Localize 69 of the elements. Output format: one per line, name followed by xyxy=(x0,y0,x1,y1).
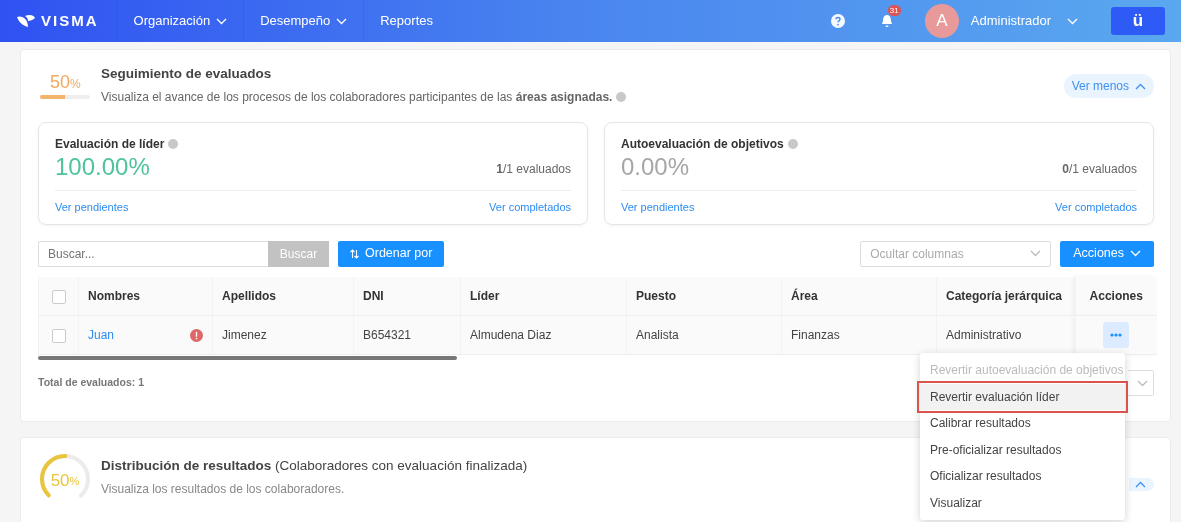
sort-icon xyxy=(350,248,359,259)
logo-text: VISMA xyxy=(41,10,99,31)
table-cell: Analista xyxy=(626,315,782,355)
help-icon xyxy=(616,92,627,103)
search-field[interactable]: Buscar... xyxy=(38,240,268,267)
scrollbar[interactable] xyxy=(38,356,457,361)
section-title: Distribución de resultados (Colaboradores con evaluación finalizada) xyxy=(101,457,528,475)
checkbox[interactable] xyxy=(51,328,66,343)
chevron-up-icon xyxy=(1135,481,1146,488)
column-header: Acciones xyxy=(1075,276,1157,316)
menu-item[interactable]: Visualizar xyxy=(920,489,1125,516)
more-icon xyxy=(1110,333,1123,338)
table-cell: Jimenez xyxy=(212,315,354,355)
more-button[interactable] xyxy=(1103,322,1130,349)
help-icon xyxy=(168,139,179,150)
pending-link[interactable]: Ver pendientes xyxy=(55,199,129,216)
table-cell: Almudena Diaz xyxy=(460,315,627,355)
stat-count: 0/1 evaluados xyxy=(1062,161,1137,179)
progress-percent: 50% xyxy=(49,73,82,91)
completed-link[interactable]: Ver completados xyxy=(489,199,571,216)
checkbox[interactable] xyxy=(51,289,66,304)
stat-value: 100.00% xyxy=(55,153,150,183)
nav-menu-item[interactable]: Reportes xyxy=(363,0,449,42)
column-header: DNI xyxy=(353,276,461,316)
menu-item[interactable]: Revertir evaluación líder xyxy=(920,383,1125,410)
stat-title: Evaluación de líder xyxy=(55,136,165,154)
user-avatar[interactable]: A xyxy=(924,4,959,38)
section-description: Visualiza el avance de los procesos de los colaboradores participantes de las áreas asignadas. xyxy=(101,89,613,107)
chevron-down-icon xyxy=(1067,17,1078,25)
chevron-down-icon xyxy=(1130,250,1141,258)
column-header: Categoría jerárquica xyxy=(936,276,1076,316)
columns-select[interactable]: Ocultar columnas xyxy=(860,240,1052,267)
column-header: Área xyxy=(781,276,937,316)
section-description: Visualiza los resultados de los colaboradores. xyxy=(101,481,345,499)
actions-button[interactable]: Acciones xyxy=(1060,240,1154,267)
menu-item[interactable]: Oficializar resultados xyxy=(920,463,1125,490)
user-menu[interactable]: Administrador xyxy=(958,0,1088,42)
section-title: Seguimiento de evaluados xyxy=(101,65,273,83)
app-button[interactable]: ü xyxy=(1111,7,1165,35)
column-header: Líder xyxy=(460,276,627,316)
chevron-up-icon xyxy=(1135,82,1146,90)
table-cell: Administrativo xyxy=(936,315,1076,355)
menu-item[interactable]: Pre-oficializar resultados xyxy=(920,436,1125,463)
pending-link[interactable]: Ver pendientes xyxy=(621,199,695,216)
menu-item[interactable]: Calibrar resultados xyxy=(920,410,1125,437)
bell-icon[interactable] xyxy=(880,14,893,29)
notification-count: 31 xyxy=(887,4,901,16)
nav-menu-item[interactable]: Desempeño xyxy=(243,0,364,42)
name-link[interactable]: Juan xyxy=(88,326,115,345)
sort-button[interactable]: Ordenar por xyxy=(338,240,445,267)
toggle-button[interactable]: Ver menos xyxy=(1063,74,1154,98)
table-cell: B654321 xyxy=(353,315,461,355)
help-icon xyxy=(787,139,798,150)
stat-title: Autoevaluación de objetivos xyxy=(621,136,784,154)
logo-icon xyxy=(16,14,36,28)
column-header: Puesto xyxy=(626,276,782,316)
help-icon[interactable] xyxy=(830,14,845,28)
chevron-down-icon xyxy=(1030,250,1042,258)
column-header: Apellidos xyxy=(212,276,354,316)
stat-value: 0.00% xyxy=(621,153,690,183)
table-cell: Finanzas xyxy=(781,315,937,355)
total-count: Total de evaluados: 1 xyxy=(38,375,144,391)
progress-bar xyxy=(40,95,90,99)
column-header: Nombres xyxy=(78,276,213,316)
toggle-button[interactable] xyxy=(1129,478,1154,491)
chevron-down-icon xyxy=(1137,379,1148,387)
stat-count: 1/1 evaluados xyxy=(496,161,571,179)
completed-link[interactable]: Ver completados xyxy=(1055,199,1137,216)
nav-menu-item[interactable]: Organización xyxy=(116,0,244,42)
